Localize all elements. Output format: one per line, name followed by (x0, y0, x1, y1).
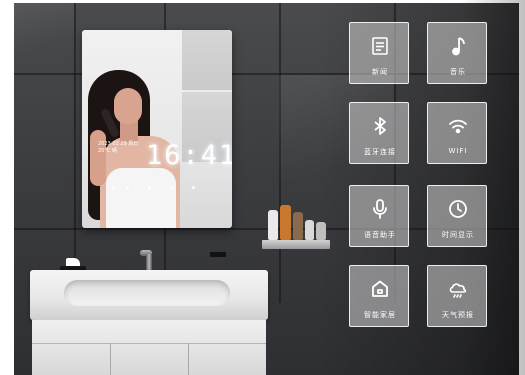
bottle (280, 205, 291, 240)
product-image: 2023 01 29 周日 20°C 晴 16:41 新闻 音乐 蓝牙连接 WI… (0, 0, 525, 375)
vanity-cabinet (32, 320, 266, 375)
mirror-reflection-tile (182, 30, 232, 90)
cup (316, 222, 326, 240)
bottle (268, 210, 278, 240)
tile-music: 音乐 (427, 22, 487, 84)
tile-news: 新闻 (349, 22, 409, 84)
smart-home-icon (368, 277, 392, 301)
tile-bluetooth: 蓝牙连接 (349, 102, 409, 164)
indicator-dot (126, 186, 129, 189)
indicator-dot (192, 186, 195, 189)
mirror-date-weather: 2023 01 29 周日 20°C 晴 (98, 141, 138, 155)
tile-label: 智能家居 (364, 311, 396, 319)
cup (305, 220, 314, 240)
tile-label: 音乐 (450, 68, 466, 76)
tile-label: 时间显示 (442, 231, 474, 239)
bottle (293, 212, 303, 240)
tile-label: 语音助手 (364, 231, 396, 239)
woman-top (106, 168, 176, 228)
weather-cloud-icon (446, 277, 470, 301)
left-margin (0, 0, 14, 375)
microphone-icon (368, 197, 392, 221)
cabinet-door-line (188, 343, 189, 375)
woman-arm (90, 130, 106, 186)
sink-basin (64, 280, 230, 306)
indicator-dot (170, 186, 173, 189)
wall-hook (210, 252, 226, 257)
woman-face (114, 88, 142, 124)
tile-wifi: WIFI (427, 102, 487, 164)
mirror-indicator-dots (112, 186, 202, 190)
tile-label: 天气预报 (442, 311, 474, 319)
bluetooth-icon (368, 114, 392, 138)
tile-label: 新闻 (372, 68, 388, 76)
cabinet-door-line (110, 343, 111, 375)
news-icon (368, 34, 392, 58)
cabinet-drawer-line (32, 343, 266, 344)
music-note-icon (446, 34, 470, 58)
indicator-dot (112, 186, 115, 189)
mirror-clock: 16:41 (146, 140, 232, 171)
smart-mirror: 2023 01 29 周日 20°C 晴 16:41 (82, 30, 232, 228)
tile-label: 蓝牙连接 (364, 148, 396, 156)
tile-time-display: 时间显示 (427, 185, 487, 247)
indicator-dot (148, 186, 151, 189)
clock-icon (446, 197, 470, 221)
tile-voice-assistant: 语音助手 (349, 185, 409, 247)
wifi-icon (446, 114, 470, 138)
mirror-date: 2023 01 29 周日 (98, 141, 139, 147)
tile-label: WIFI (448, 147, 468, 155)
tile-reflection (14, 3, 74, 73)
mirror-weather: 20°C 晴 (98, 148, 117, 154)
wall-shelf (262, 240, 330, 249)
tile-smart-home: 智能家居 (349, 265, 409, 327)
tile-weather: 天气预报 (427, 265, 487, 327)
